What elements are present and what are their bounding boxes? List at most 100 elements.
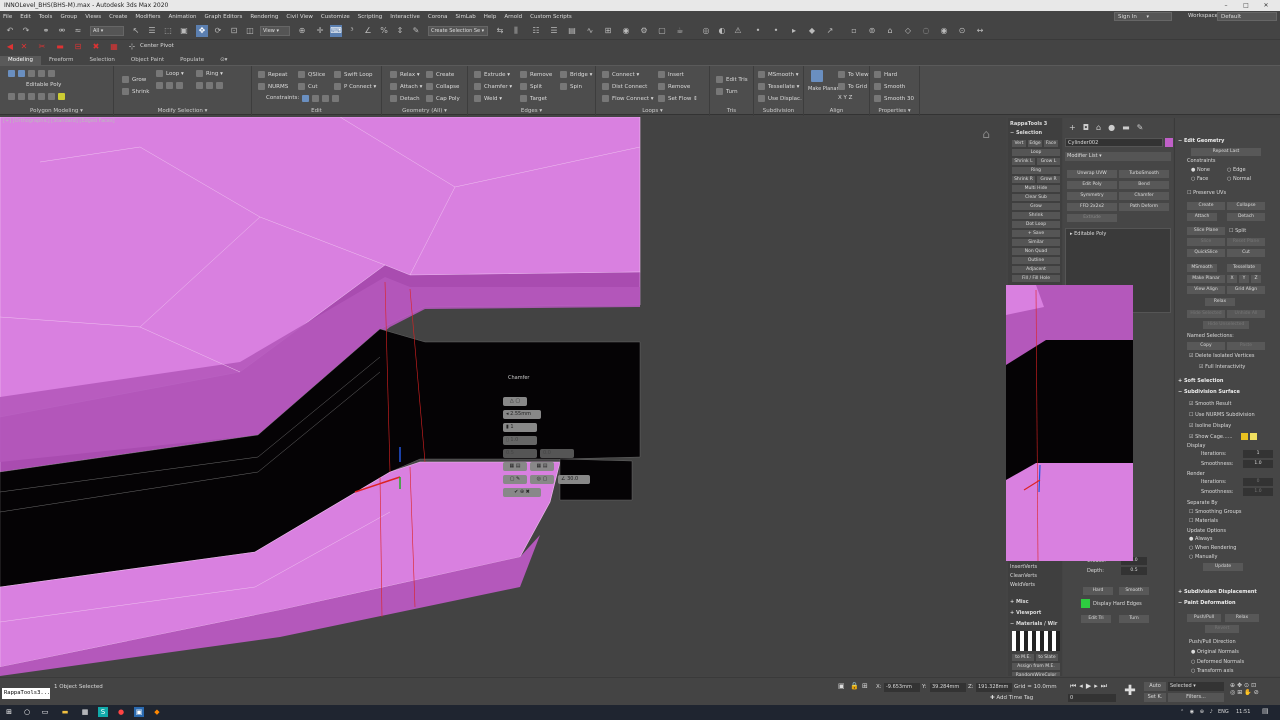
- nurms-button[interactable]: NURMS: [258, 83, 288, 90]
- update-always-radio[interactable]: ● Always: [1189, 536, 1212, 542]
- key-filter-dropdown[interactable]: Selected ▾: [1168, 682, 1224, 691]
- shrink-button[interactable]: Shrink: [122, 88, 149, 95]
- current-frame-field[interactable]: 0: [1068, 694, 1116, 702]
- command-panel-tabs[interactable]: +◘⌂●▬✎: [1069, 123, 1150, 132]
- planar-z-button[interactable]: Z: [1251, 275, 1261, 283]
- lock-selection-icon[interactable]: 🔒: [850, 682, 859, 690]
- weld-verts-label[interactable]: WeldVerts: [1010, 582, 1035, 588]
- loop-tool-icons[interactable]: [156, 82, 186, 89]
- caddy-angle-field[interactable]: ∠ 30.0: [558, 475, 590, 484]
- depth-field[interactable]: 0.5: [1121, 567, 1147, 575]
- remove-edge-button[interactable]: Remove: [520, 71, 552, 78]
- weld-button[interactable]: Weld ▾: [474, 95, 502, 102]
- menu-create[interactable]: Create: [109, 14, 127, 20]
- materials-checkbox[interactable]: ☐ Materials: [1189, 518, 1218, 524]
- menu-help[interactable]: Help: [484, 14, 497, 20]
- attach-button[interactable]: Attach ▾: [390, 83, 422, 90]
- repeat-last-button[interactable]: Repeat Last: [1191, 148, 1261, 156]
- grow-sel-button[interactable]: Grow: [1012, 203, 1060, 210]
- wire-color-swatches[interactable]: [1012, 631, 1060, 651]
- object-name-field[interactable]: Cylinder002: [1065, 138, 1163, 147]
- ring-sel-button[interactable]: Ring: [1012, 167, 1060, 174]
- rappatools-selection-header[interactable]: − Selection: [1010, 130, 1042, 136]
- hard-button[interactable]: Hard: [874, 71, 897, 78]
- properties-group-label[interactable]: Properties ▾: [870, 108, 919, 114]
- extrude-mod-button[interactable]: Extrude: [1067, 214, 1117, 222]
- ribbon-toggle-icon[interactable]: ▤: [566, 25, 578, 37]
- cap-poly-button[interactable]: Cap Poly: [426, 95, 460, 102]
- tab-object-paint[interactable]: Object Paint: [123, 56, 172, 65]
- percent-snap-icon[interactable]: %: [378, 25, 390, 37]
- loop-sel-button[interactable]: Loop: [1012, 149, 1060, 156]
- language-indicator[interactable]: ENG: [1218, 709, 1229, 715]
- script-icon-10[interactable]: ◌: [920, 25, 932, 37]
- tool-icon-6[interactable]: ✖: [90, 41, 102, 53]
- select-object-icon[interactable]: ↖: [130, 25, 142, 37]
- notifications-icon[interactable]: ▤: [1262, 707, 1269, 715]
- dot-loop-button[interactable]: Dot Loop: [1012, 221, 1060, 228]
- path-deform-button[interactable]: Path Deform: [1119, 203, 1169, 211]
- corona-interactive-icon[interactable]: ◐: [716, 25, 728, 37]
- planar-x-button[interactable]: X: [1227, 275, 1237, 283]
- x-coord-field[interactable]: -9.653mm: [884, 683, 920, 692]
- turbosmooth-button[interactable]: TurboSmooth: [1119, 170, 1169, 178]
- 3dsmax-taskbar-icon[interactable]: ▣: [134, 707, 144, 717]
- constraint-icons[interactable]: [302, 95, 342, 102]
- collapse-button[interactable]: Collapse: [426, 83, 459, 90]
- detach-button[interactable]: Detach: [390, 95, 420, 102]
- render-production-icon[interactable]: ☕: [674, 25, 686, 37]
- tab-populate[interactable]: Populate: [172, 56, 212, 65]
- tool-icon-2[interactable]: ✕: [18, 41, 30, 53]
- ribbon-options-icon[interactable]: ⊙▾: [212, 56, 235, 65]
- set-key-button[interactable]: Set K.: [1144, 693, 1166, 702]
- caddy-toggle-2[interactable]: ▦ ▤: [530, 462, 554, 471]
- tool-icon-7[interactable]: ▦: [108, 41, 120, 53]
- absolute-mode-icon[interactable]: ⊞: [862, 682, 868, 690]
- y-coord-field[interactable]: 39.284mm: [930, 683, 966, 692]
- update-manually-radio[interactable]: ○ Manually: [1189, 554, 1217, 560]
- viewport-header[interactable]: + Viewport: [1010, 610, 1041, 616]
- poly-tool-icons[interactable]: [8, 93, 68, 100]
- select-scale-icon[interactable]: ⊡: [228, 25, 240, 37]
- turn-button[interactable]: Turn: [716, 88, 738, 95]
- snaps-toggle-icon[interactable]: ³: [346, 25, 358, 37]
- smooth-edge-button[interactable]: Smooth: [1119, 587, 1149, 595]
- menu-edit[interactable]: Edit: [20, 14, 31, 20]
- tool-icon-5[interactable]: ⊟: [72, 41, 84, 53]
- view-align-button[interactable]: View Align: [1187, 286, 1225, 294]
- transform-axis-radio[interactable]: ○ Transform axis: [1191, 668, 1233, 674]
- menu-simlab[interactable]: SimLab: [455, 14, 475, 20]
- system-tray-icons[interactable]: ⌃ ◉ ⊕ ♪: [1180, 709, 1215, 715]
- preview-window[interactable]: [1006, 285, 1133, 561]
- caddy-ok-apply-cancel[interactable]: ✔ ⊕ ✖: [503, 488, 541, 497]
- deformed-normals-radio[interactable]: ○ Deformed Normals: [1191, 659, 1244, 665]
- render-setup-icon[interactable]: ⚙: [638, 25, 650, 37]
- warning-icon[interactable]: ⚠: [732, 25, 744, 37]
- menu-rendering[interactable]: Rendering: [250, 14, 278, 20]
- maxscript-listener[interactable]: RappaTools3...: [2, 688, 50, 699]
- modify-selection-label[interactable]: Modify Selection ▾: [114, 108, 251, 114]
- rectangular-selection-icon[interactable]: ⬚: [162, 25, 174, 37]
- detach-geom-button[interactable]: Detach: [1227, 213, 1265, 221]
- tool-icon-4[interactable]: ▬: [54, 41, 66, 53]
- reference-coord-dropdown[interactable]: View ▾: [260, 26, 290, 36]
- viewport[interactable]: [+] [Orthographic] [Standard] [Edged Fac…: [0, 117, 1006, 676]
- quickslice-button[interactable]: QuickSlice: [1187, 249, 1225, 257]
- align-xyz-buttons[interactable]: X Y Z: [838, 95, 852, 101]
- stack-item-editable-poly[interactable]: ▸ Editable Poly: [1066, 229, 1170, 239]
- subdivision-displacement-header[interactable]: + Subdivision Displacement: [1178, 589, 1257, 595]
- smooth-result-checkbox[interactable]: ☑ Smooth Result: [1189, 401, 1231, 407]
- script-icon-13[interactable]: ↔: [974, 25, 986, 37]
- grow-l-button[interactable]: Grow L: [1037, 158, 1060, 165]
- dist-connect-button[interactable]: Dist Connect: [602, 83, 647, 90]
- render-smoothness-field[interactable]: 1.0: [1243, 488, 1273, 496]
- select-by-name-icon[interactable]: ☰: [146, 25, 158, 37]
- chamfer-mod-button[interactable]: Chamfer: [1119, 192, 1169, 200]
- ring-tool-icons[interactable]: [196, 82, 226, 89]
- cut-geom-button[interactable]: Cut: [1227, 249, 1265, 257]
- make-planar-geom-button[interactable]: Make Planar: [1187, 275, 1225, 283]
- caddy-amount-field[interactable]: ◂ 2.55mm: [503, 410, 541, 419]
- set-flow-button[interactable]: Set Flow ⇕: [658, 95, 698, 102]
- cut-button[interactable]: Cut: [298, 83, 317, 90]
- relax-geom-button[interactable]: Relax: [1205, 298, 1235, 306]
